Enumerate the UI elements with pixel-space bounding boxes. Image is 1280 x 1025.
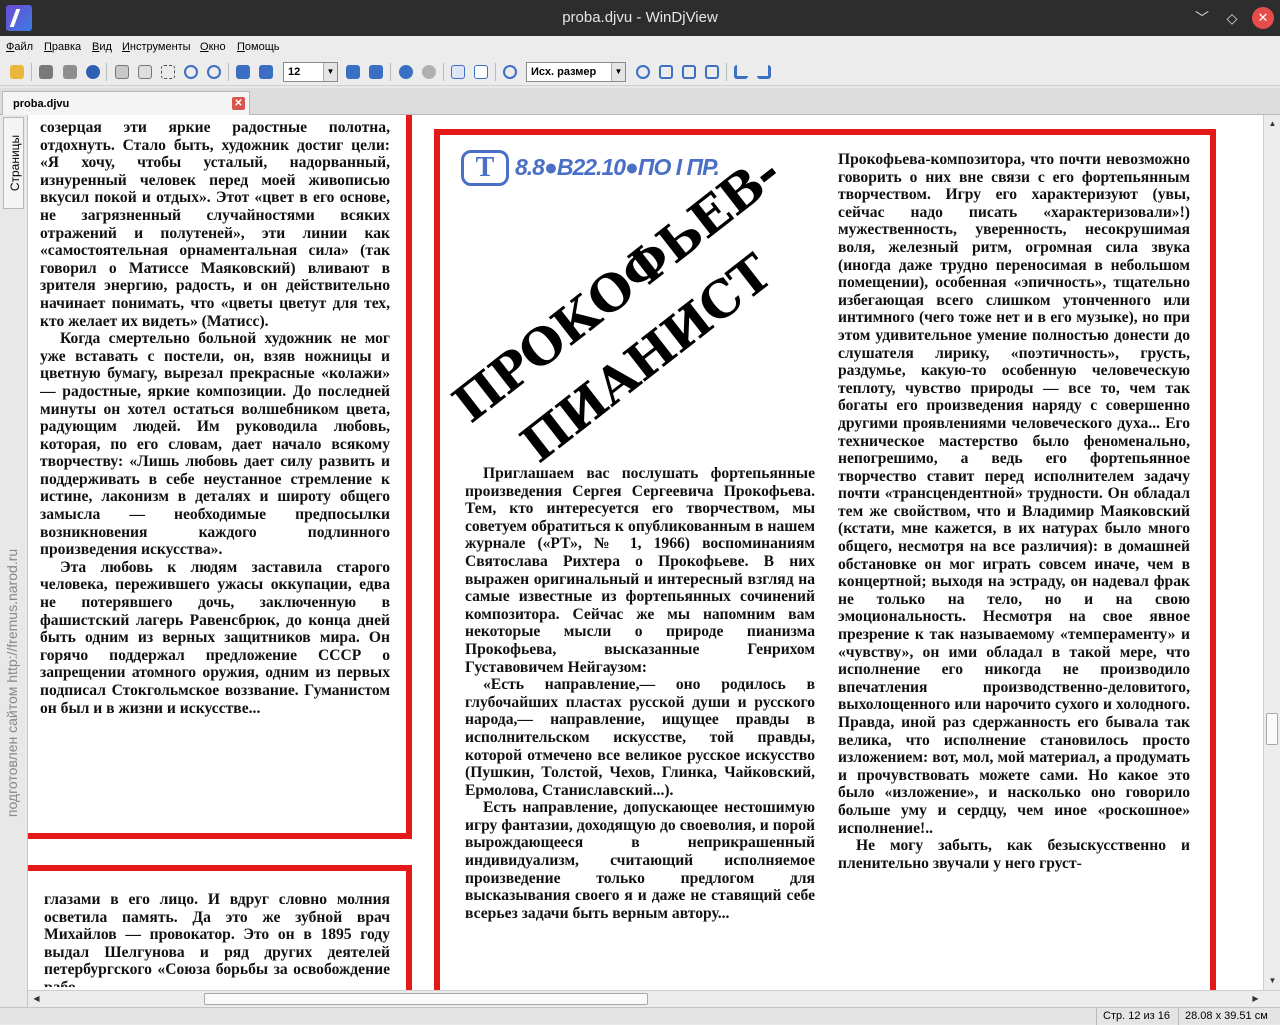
zoom-icon[interactable] <box>205 63 223 81</box>
menu-tools[interactable]: Инструменты <box>122 41 191 53</box>
horizontal-scrollbar[interactable]: ◀ ▶ <box>28 990 1280 1007</box>
document-tab-bar: proba.djvu ✕ <box>0 88 1280 115</box>
next-page-icon[interactable] <box>344 63 362 81</box>
menu-file[interactable]: Файл <box>6 41 33 53</box>
page-status: Стр. 12 из 16 <box>1096 1008 1178 1025</box>
page-size-status: 28.08 x 39.51 см <box>1178 1008 1280 1025</box>
rotate-right-icon[interactable] <box>755 63 773 81</box>
left-bottom-text: глазами в его лицо. И вдруг словно молни… <box>44 891 390 987</box>
document-viewport[interactable]: созерцая эти яркие радостные полотна, от… <box>28 115 1263 990</box>
chevron-down-icon[interactable]: ▼ <box>611 63 625 81</box>
back-icon[interactable] <box>397 63 415 81</box>
forward-icon[interactable] <box>420 63 438 81</box>
watermark: подготовлен сайтом http://fremus.narod.r… <box>4 548 20 818</box>
pages-panel-tab[interactable]: Страницы <box>3 117 24 209</box>
fit-width-icon[interactable] <box>657 63 675 81</box>
print-icon[interactable] <box>37 63 55 81</box>
scroll-down-icon[interactable]: ▼ <box>1265 973 1280 988</box>
menu-window[interactable]: Окно <box>200 41 226 53</box>
title-bar: proba.djvu - WinDjView ﹀ ◇ ✕ <box>0 0 1280 36</box>
tv-icon: Т <box>461 150 509 186</box>
vertical-scrollbar[interactable]: ▲ ▼ <box>1263 115 1280 990</box>
hand-tool-icon[interactable] <box>113 63 131 81</box>
menu-edit[interactable]: Правка <box>44 41 81 53</box>
fit-page-icon[interactable] <box>680 63 698 81</box>
rotate-left-icon[interactable] <box>732 63 750 81</box>
open-icon[interactable] <box>8 63 26 81</box>
close-button[interactable]: ✕ <box>1252 7 1274 29</box>
article-headline: ПРОКОФЬЕВ- ПИАНИСТ <box>441 142 792 474</box>
fit-visible-icon[interactable] <box>703 63 721 81</box>
document-tab[interactable]: proba.djvu ✕ <box>2 91 250 115</box>
first-page-icon[interactable] <box>234 63 252 81</box>
previous-page-icon[interactable] <box>257 63 275 81</box>
scroll-left-icon[interactable]: ◀ <box>29 991 44 1006</box>
zoom-in-icon[interactable] <box>634 63 652 81</box>
last-page-icon[interactable] <box>367 63 385 81</box>
find-icon[interactable] <box>61 63 79 81</box>
facing-pages-icon[interactable] <box>472 63 490 81</box>
middle-column-text: Приглашаем вас послушать фортепьянные пр… <box>465 465 815 922</box>
zoom-rect-icon[interactable] <box>182 63 200 81</box>
scroll-up-icon[interactable]: ▲ <box>1265 116 1280 131</box>
info-icon[interactable] <box>84 63 102 81</box>
menu-help[interactable]: Помощь <box>237 41 280 53</box>
text-select-icon[interactable] <box>136 63 154 81</box>
right-column-text: Прокофьева-композитора, что почти невозм… <box>838 151 1190 872</box>
rect-select-icon[interactable] <box>159 63 177 81</box>
menu-bar: Файл Правка Вид Инструменты Окно Помощь <box>0 36 1280 58</box>
left-column-text: созерцая эти яркие радостные полотна, от… <box>40 119 390 717</box>
zoom-select[interactable]: Исх. размер ▼ <box>526 62 626 82</box>
window-title: proba.djvu - WinDjView <box>562 9 718 26</box>
chevron-down-icon[interactable]: ▼ <box>323 63 337 81</box>
scroll-right-icon[interactable]: ▶ <box>1248 991 1263 1006</box>
maximize-button[interactable]: ◇ <box>1222 8 1242 28</box>
menu-view[interactable]: Вид <box>92 41 112 53</box>
toolbar: 12 ▼ Исх. размер ▼ <box>0 58 1280 86</box>
zoom-out-icon[interactable] <box>501 63 519 81</box>
minimize-button[interactable]: ﹀ <box>1192 8 1212 28</box>
status-bar: Стр. 12 из 16 28.08 x 39.51 см <box>0 1007 1280 1025</box>
side-panel: Страницы подготовлен сайтом http://fremu… <box>0 115 28 1010</box>
horizontal-scroll-thumb[interactable] <box>204 993 648 1005</box>
page-number-input[interactable]: 12 ▼ <box>283 62 338 82</box>
close-tab-icon[interactable]: ✕ <box>232 97 245 110</box>
vertical-scroll-thumb[interactable] <box>1266 713 1278 745</box>
single-page-icon[interactable] <box>449 63 467 81</box>
